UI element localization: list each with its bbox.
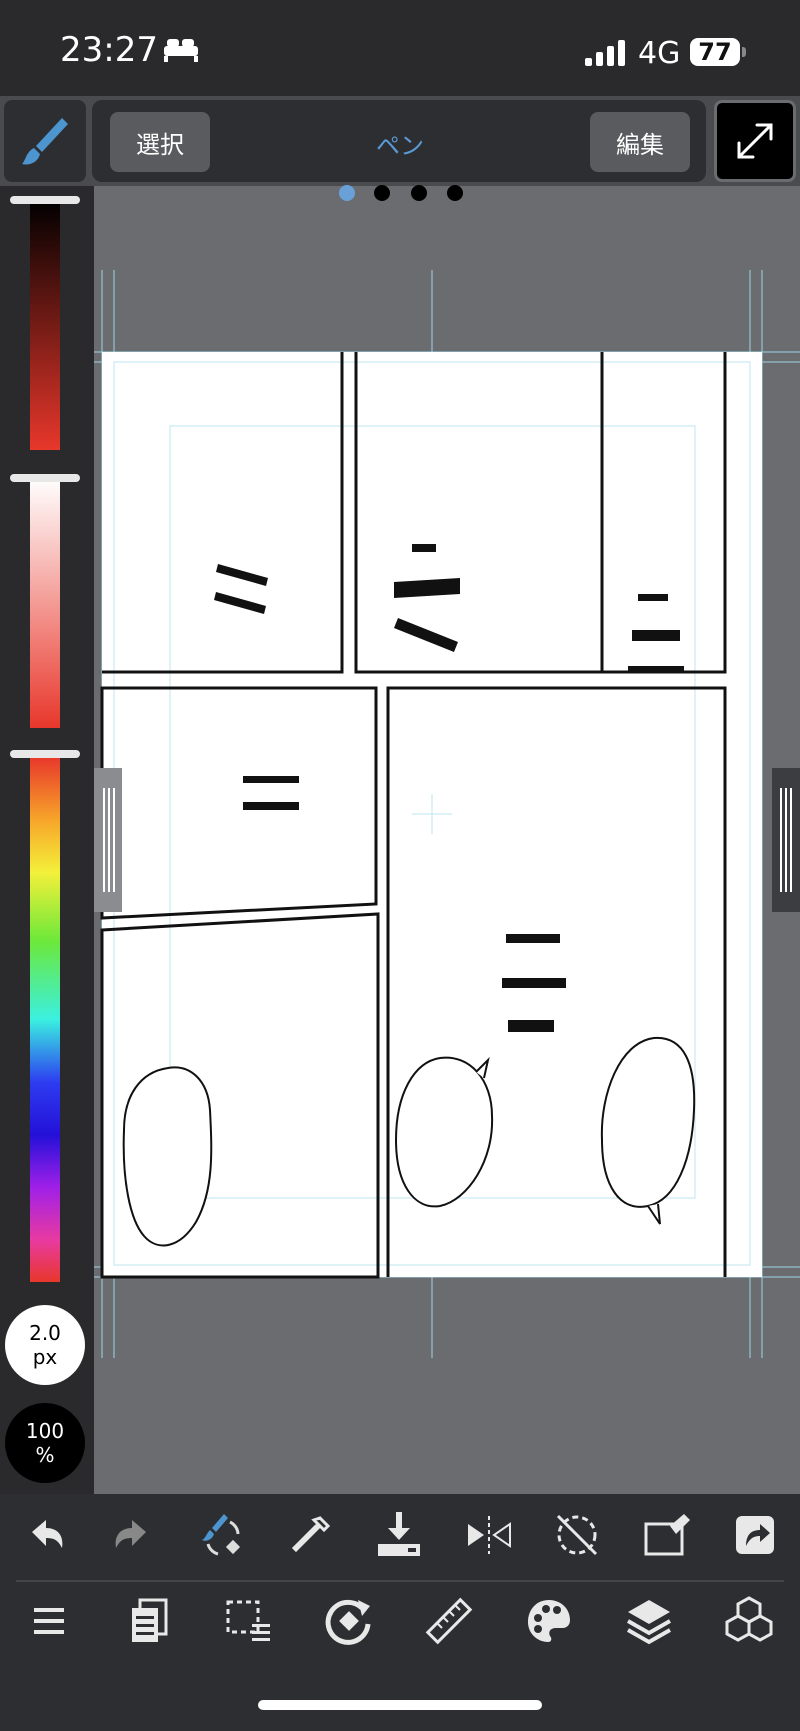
select-button[interactable]: 選択 (110, 112, 210, 172)
brush-opacity-button[interactable]: 100 % (5, 1403, 85, 1483)
pages-icon[interactable] (122, 1594, 176, 1648)
brush-opacity-unit: % (35, 1443, 55, 1467)
brightness-slider-handle[interactable] (10, 196, 80, 204)
edit-button[interactable]: 編集 (590, 112, 690, 172)
redo-icon[interactable] (106, 1508, 160, 1562)
fullscreen-icon (737, 123, 773, 159)
battery-icon: 77 (690, 38, 740, 66)
grip-icon (103, 788, 115, 892)
current-tool-title[interactable]: ペン (300, 126, 500, 161)
right-panel-handle[interactable] (772, 768, 800, 912)
eyedropper-icon[interactable] (284, 1508, 338, 1562)
home-indicator[interactable] (258, 1700, 542, 1710)
flip-horizontal-icon[interactable] (462, 1508, 516, 1562)
rotate-reset-icon[interactable] (550, 1508, 604, 1562)
hue-slider-handle[interactable] (10, 750, 80, 758)
brush-size-unit: px (32, 1345, 58, 1369)
materials-icon[interactable] (722, 1594, 776, 1648)
drawing-canvas[interactable] (94, 186, 800, 1494)
brush-tool-button[interactable] (4, 100, 86, 182)
saturation-slider[interactable] (30, 478, 60, 728)
brush-eraser-toggle-icon[interactable] (194, 1508, 248, 1562)
undo-icon[interactable] (18, 1508, 72, 1562)
share-icon[interactable] (728, 1508, 782, 1562)
menu-icon[interactable] (22, 1594, 76, 1648)
network-type: 4G (638, 36, 681, 71)
brush-opacity-value: 100 (25, 1419, 65, 1443)
brush-size-button[interactable]: 2.0 px (5, 1305, 85, 1385)
ruler-icon[interactable] (422, 1594, 476, 1648)
left-panel-handle[interactable] (94, 768, 122, 912)
brightness-slider[interactable] (30, 200, 60, 450)
status-time: 23:27 (60, 30, 158, 70)
hue-slider[interactable] (30, 757, 60, 1282)
selection-icon[interactable] (222, 1594, 276, 1648)
signal-icon (585, 40, 625, 66)
transform-icon[interactable] (640, 1508, 694, 1562)
fullscreen-button[interactable] (714, 100, 796, 182)
toolbar-divider (16, 1580, 784, 1582)
brush-icon (22, 118, 68, 165)
layers-icon[interactable] (622, 1594, 676, 1648)
grip-icon (780, 788, 792, 892)
palette-icon[interactable] (522, 1594, 576, 1648)
battery-tip (742, 47, 746, 57)
saturation-slider-handle[interactable] (10, 474, 80, 482)
rotate-canvas-icon[interactable] (322, 1594, 376, 1648)
save-download-icon[interactable] (372, 1508, 426, 1562)
brush-size-value: 2.0 (29, 1321, 61, 1345)
bed-icon (164, 39, 198, 62)
